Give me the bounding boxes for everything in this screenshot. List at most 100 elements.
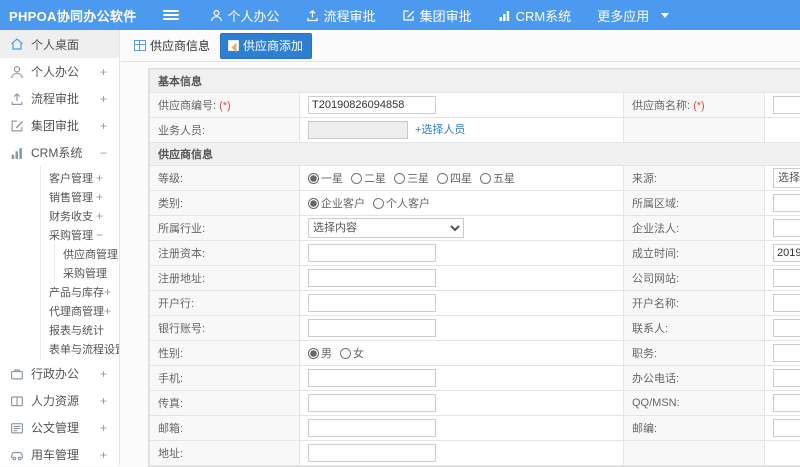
region-label: 所属区域: — [624, 191, 765, 216]
sidebar-item-customer-mgmt[interactable]: 客户管理 + — [41, 168, 119, 187]
category-radio-individual[interactable] — [373, 198, 384, 209]
sidebar-item-label: 采购管理 — [63, 265, 107, 281]
supplier-code-input[interactable] — [308, 96, 436, 114]
website-input[interactable] — [773, 269, 800, 287]
required-mark: (*) — [693, 100, 705, 112]
level-radio-3star[interactable] — [394, 173, 405, 184]
expand-icon[interactable]: + — [96, 171, 103, 185]
sidebar-item-personal-desktop[interactable]: 个人桌面 — [0, 30, 119, 58]
sidebar-item-agent-mgmt[interactable]: 代理商管理 + — [41, 301, 119, 320]
registered-address-input[interactable] — [308, 269, 436, 287]
expand-icon[interactable]: + — [100, 119, 107, 133]
region-input[interactable] — [773, 194, 800, 212]
website-label: 公司网站: — [624, 266, 765, 291]
sidebar-item-workflow-approval[interactable]: 流程审批 + — [0, 85, 119, 112]
nav-item-label: 个人办公 — [228, 6, 280, 25]
sidebar-item-admin-office[interactable]: 行政办公 + — [0, 360, 119, 387]
founded-date-label: 成立时间: — [624, 241, 765, 266]
expand-icon[interactable]: + — [104, 304, 111, 318]
nav-item-group-approval[interactable]: 集团审批 — [389, 0, 485, 30]
supplier-name-input[interactable] — [773, 96, 800, 114]
tab-label: 供应商添加 — [243, 37, 303, 54]
car-icon — [10, 448, 24, 462]
legal-person-input[interactable] — [773, 219, 800, 237]
level-radio-5star[interactable] — [480, 173, 491, 184]
menu-toggle-icon[interactable] — [163, 8, 179, 22]
bank-input[interactable] — [308, 294, 436, 312]
tab-supplier-add[interactable]: 供应商添加 — [220, 33, 312, 59]
choose-staff-link[interactable]: +选择人员 — [415, 124, 465, 136]
mobile-label: 手机: — [150, 366, 300, 391]
upload-icon — [10, 92, 24, 106]
gender-radio-group: 男 女 — [308, 345, 615, 361]
staff-label: 业务人员: — [150, 118, 300, 143]
expand-icon[interactable]: + — [100, 421, 107, 435]
fax-input[interactable] — [308, 394, 436, 412]
level-radio-2star[interactable] — [351, 173, 362, 184]
sidebar-item-document-mgmt[interactable]: 公文管理 + — [0, 414, 119, 441]
home-icon — [10, 37, 24, 51]
sidebar-item-purchase-mgmt[interactable]: 采购管理 − — [41, 225, 119, 244]
sidebar-item-sales-mgmt[interactable]: 销售管理 + — [41, 187, 119, 206]
user-icon — [10, 65, 24, 79]
nav-item-more-apps[interactable]: 更多应用 — [584, 0, 682, 30]
account-name-input[interactable] — [773, 294, 800, 312]
registered-capital-input[interactable] — [308, 244, 436, 262]
industry-select[interactable]: 选择内容 — [308, 218, 464, 238]
nav-item-label: 流程审批 — [324, 6, 376, 25]
expand-icon[interactable]: + — [100, 448, 107, 462]
sidebar-item-human-resources[interactable]: 人力资源 + — [0, 387, 119, 414]
sidebar-item-label: 集团审批 — [31, 117, 79, 134]
expand-icon[interactable]: + — [100, 367, 107, 381]
collapse-icon[interactable]: − — [96, 228, 103, 242]
sidebar-item-supplier-mgmt[interactable]: 供应商管理 — [55, 244, 119, 263]
email-input[interactable] — [308, 419, 436, 437]
industry-label: 所属行业: — [150, 216, 300, 241]
expand-icon[interactable]: + — [104, 285, 111, 299]
nav-item-workflow-approval[interactable]: 流程审批 — [293, 0, 389, 30]
gender-label: 性别: — [150, 341, 300, 366]
sidebar-item-vehicle-mgmt[interactable]: 用车管理 + — [0, 441, 119, 465]
nav-item-personal-office[interactable]: 个人办公 — [197, 0, 293, 30]
expand-icon[interactable]: + — [100, 65, 107, 79]
tab-supplier-info[interactable]: 供应商信息 — [134, 37, 210, 54]
section-header-basic-info: 基本信息 — [150, 70, 800, 93]
collapse-icon[interactable]: − — [100, 146, 107, 160]
gender-radio-male[interactable] — [308, 348, 319, 359]
qq-msn-input[interactable] — [773, 394, 800, 412]
sidebar-item-finance[interactable]: 财务收支 + — [41, 206, 119, 225]
sidebar-item-reports-stats[interactable]: 报表与统计 — [41, 320, 119, 339]
address-input[interactable] — [308, 444, 436, 462]
expand-icon[interactable]: + — [100, 394, 107, 408]
position-label: 职务: — [624, 341, 765, 366]
position-input[interactable] — [773, 344, 800, 362]
supplier-name-label: 供应商名称:(*) — [624, 93, 765, 118]
level-radio-4star[interactable] — [437, 173, 448, 184]
sidebar-item-crm-system[interactable]: CRM系统 − — [0, 139, 119, 166]
sidebar-item-label: 个人办公 — [31, 63, 79, 80]
expand-icon[interactable]: + — [100, 92, 107, 106]
office-phone-input[interactable] — [773, 369, 800, 387]
sidebar-item-product-inventory[interactable]: 产品与库存 + — [41, 282, 119, 301]
sidebar-item-personal-office[interactable]: 个人办公 + — [0, 58, 119, 85]
expand-icon[interactable]: + — [96, 209, 103, 223]
contact-input[interactable] — [773, 319, 800, 337]
sidebar-item-purchase[interactable]: 采购管理 — [55, 263, 119, 282]
nav-item-crm-system[interactable]: CRM系统 — [485, 0, 585, 30]
zipcode-input[interactable] — [773, 419, 800, 437]
category-radio-enterprise[interactable] — [308, 198, 319, 209]
expand-icon[interactable]: + — [96, 190, 103, 204]
bank-label: 开户行: — [150, 291, 300, 316]
mobile-input[interactable] — [308, 369, 436, 387]
founded-date-input[interactable] — [773, 244, 800, 262]
bank-account-input[interactable] — [308, 319, 436, 337]
source-label: 来源: — [624, 166, 765, 191]
source-select[interactable]: 选择内容 — [773, 168, 800, 188]
content-tabstrip: 供应商信息 供应商添加 — [121, 30, 800, 62]
gender-radio-female[interactable] — [340, 348, 351, 359]
sidebar-item-group-approval[interactable]: 集团审批 + — [0, 112, 119, 139]
sidebar-item-label: 公文管理 — [31, 419, 79, 436]
staff-input[interactable] — [308, 121, 408, 139]
sidebar-item-form-flow-settings[interactable]: 表单与流程设置 + — [41, 339, 119, 358]
level-radio-1star[interactable] — [308, 173, 319, 184]
